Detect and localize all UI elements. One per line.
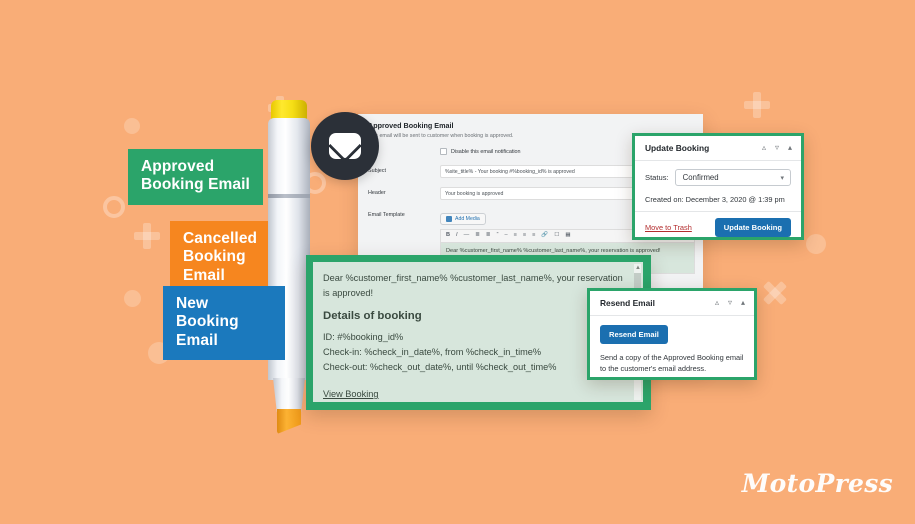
- marker-neck: [273, 378, 305, 412]
- update-booking-header: Update Booking ▵ ▿ ▴: [635, 136, 801, 161]
- read-more-icon[interactable]: ▦: [565, 232, 570, 239]
- align-right-icon[interactable]: ≡: [532, 232, 535, 239]
- bullet-list-icon[interactable]: ≣: [475, 232, 480, 239]
- media-icon: [446, 216, 452, 222]
- preview-heading: Details of booking: [323, 310, 422, 323]
- unlink-icon[interactable]: ☐: [554, 232, 559, 239]
- preview-line-checkout: Check-out: %check_out_date%, until %chec…: [323, 362, 557, 373]
- preview-lead-text: Dear %customer_first_name% %customer_las…: [323, 273, 623, 299]
- blockquote-icon[interactable]: “: [497, 232, 499, 239]
- toggle-panel-icon[interactable]: ▴: [788, 144, 792, 152]
- add-media-label: Add Media: [455, 216, 480, 222]
- tag-new-booking-email: New Booking Email: [163, 286, 285, 360]
- preview-line-id: ID: #%booking_id%: [323, 332, 404, 343]
- strikethrough-icon[interactable]: —: [464, 232, 470, 239]
- update-booking-title: Update Booking: [645, 143, 710, 153]
- status-select-value: Confirmed: [682, 173, 719, 182]
- preview-line-checkin: Check-in: %check_in_date%, from %check_i…: [323, 347, 542, 358]
- decor-dot-2: [124, 290, 141, 307]
- disable-notification-label: Disable this email notification: [451, 148, 521, 155]
- subject-label: Subject: [368, 168, 386, 174]
- envelope-icon: [329, 133, 361, 159]
- horizontal-rule-icon[interactable]: –: [504, 232, 507, 239]
- move-down-icon[interactable]: ▿: [775, 144, 779, 152]
- email-template-label: Email Template: [368, 212, 405, 218]
- header-label: Header: [368, 190, 386, 196]
- disable-notification-checkbox[interactable]: [440, 148, 447, 155]
- bold-icon[interactable]: B: [446, 232, 450, 239]
- align-center-icon[interactable]: ≡: [523, 232, 526, 239]
- italic-icon[interactable]: I: [456, 232, 458, 239]
- email-badge: [311, 112, 379, 180]
- scroll-up-arrow-icon[interactable]: ▲: [635, 265, 641, 271]
- tag-approved-booking-email: Approved Booking Email: [128, 149, 263, 205]
- created-on-text: Created on: December 3, 2020 @ 1:39 pm: [645, 195, 785, 204]
- booking-status-row: Status: Confirmed ▾: [645, 169, 791, 186]
- status-select[interactable]: Confirmed ▾: [674, 169, 791, 186]
- decor-dot-1: [124, 118, 140, 134]
- move-up-icon[interactable]: ▵: [762, 144, 766, 152]
- update-booking-button[interactable]: Update Booking: [714, 218, 791, 237]
- add-media-button[interactable]: Add Media: [440, 213, 486, 225]
- resend-email-title: Resend Email: [600, 298, 655, 308]
- chevron-down-icon: ▾: [780, 174, 784, 182]
- align-left-icon[interactable]: ≡: [514, 232, 517, 239]
- marker-barrel-upper: [268, 118, 310, 196]
- motopress-logo: MotoPress: [741, 469, 893, 498]
- view-booking-link[interactable]: View Booking: [323, 389, 379, 399]
- link-icon[interactable]: 🔗: [541, 232, 548, 239]
- status-label: Status:: [645, 173, 669, 182]
- numbered-list-icon[interactable]: ≣: [486, 232, 491, 239]
- resend-email-header: Resend Email ▵ ▿ ▴: [590, 291, 754, 316]
- resend-email-button[interactable]: Resend Email: [600, 325, 668, 344]
- move-up-icon[interactable]: ▵: [715, 299, 719, 307]
- update-booking-metabox: Update Booking ▵ ▿ ▴ Status: Confirmed ▾…: [632, 133, 804, 240]
- toggle-panel-icon[interactable]: ▴: [741, 299, 745, 307]
- decor-plus-3: [744, 92, 770, 118]
- decor-ring-1: [103, 196, 125, 218]
- settings-panel-title: Approved Booking Email: [368, 121, 454, 130]
- move-down-icon[interactable]: ▿: [728, 299, 732, 307]
- resend-email-metabox: Resend Email ▵ ▿ ▴ Resend Email Send a c…: [587, 288, 757, 380]
- resend-email-description: Send a copy of the Approved Booking emai…: [600, 353, 744, 374]
- illustration-stage: Approved Booking Email This email will b…: [0, 0, 915, 524]
- decor-plus-1: [134, 223, 160, 249]
- marker-tip: [277, 409, 301, 434]
- decor-x-1: [762, 280, 788, 306]
- move-to-trash-link[interactable]: Move to Trash: [645, 223, 692, 232]
- decor-dot-4: [806, 234, 826, 254]
